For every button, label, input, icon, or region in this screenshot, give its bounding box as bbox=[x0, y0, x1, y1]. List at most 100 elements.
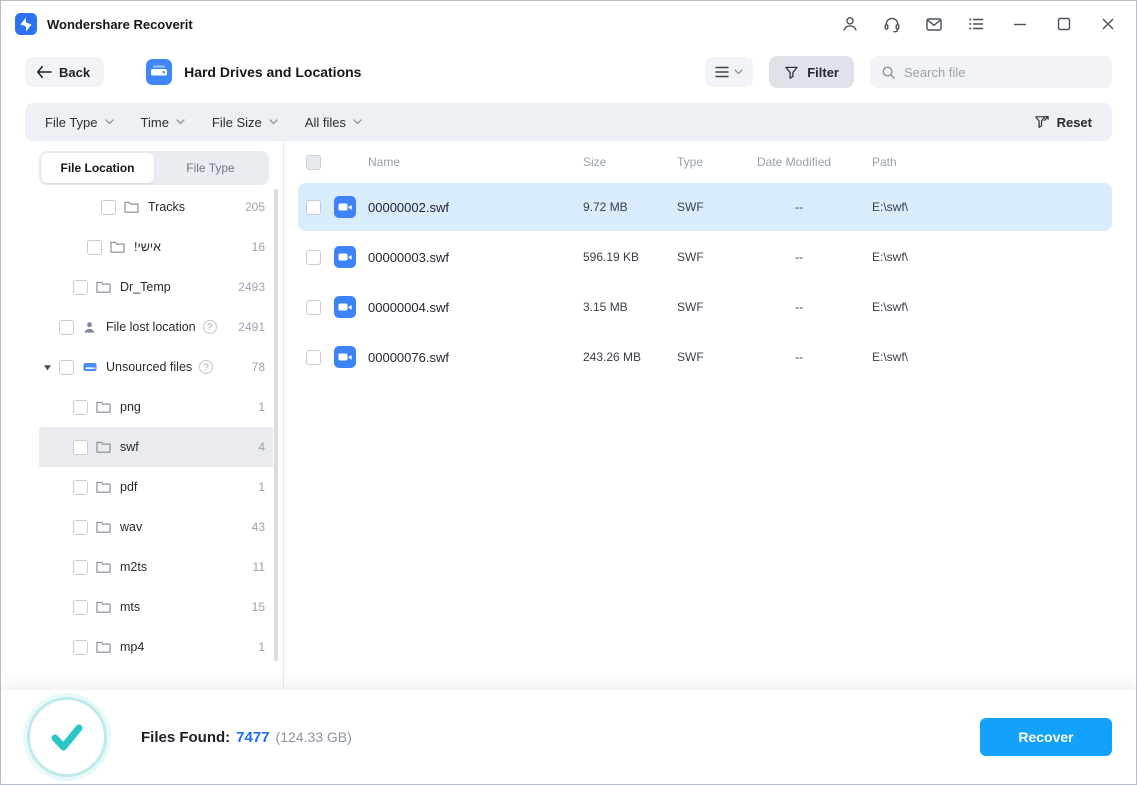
search-input[interactable] bbox=[904, 64, 1101, 80]
row-checkbox[interactable] bbox=[306, 349, 321, 365]
filter-file-size-label: File Size bbox=[211, 114, 262, 130]
sidebar-tree-item[interactable]: Unsourced files 78 bbox=[39, 347, 273, 387]
item-count: 2491 bbox=[238, 320, 265, 334]
recoverit-window: Wondershare Recoverit Back Hard Drives a… bbox=[0, 0, 1137, 785]
tree-item-label: mp4 bbox=[120, 640, 145, 654]
sidebar-tree-item[interactable]: swf 4 bbox=[39, 427, 273, 467]
tab-file-type[interactable]: File Type bbox=[154, 153, 267, 183]
item-checkbox[interactable] bbox=[73, 439, 88, 455]
item-count: 205 bbox=[244, 200, 265, 214]
select-all-checkbox[interactable] bbox=[306, 154, 321, 170]
sidebar-tree-item[interactable]: png 1 bbox=[39, 387, 273, 427]
item-checkbox[interactable] bbox=[87, 239, 102, 255]
filter-all-files-label: All files bbox=[304, 114, 346, 130]
task-list-icon[interactable] bbox=[966, 14, 986, 34]
titlebar: Wondershare Recoverit bbox=[1, 1, 1136, 47]
tab-file-location[interactable]: File Location bbox=[41, 153, 154, 183]
column-header-size[interactable]: Size bbox=[583, 155, 677, 169]
sidebar-tree: Tracks 205 !אישי 16 Dr_Temp 2493 File lo… bbox=[25, 187, 283, 667]
file-size: 596.19 KB bbox=[583, 250, 640, 264]
sidebar-tree-item[interactable]: mts 15 bbox=[39, 587, 273, 627]
folder-icon bbox=[95, 280, 112, 294]
filter-time[interactable]: Time bbox=[141, 115, 185, 130]
file-name: 00000004.swf bbox=[368, 299, 449, 315]
expander-icon[interactable] bbox=[43, 363, 59, 372]
item-checkbox[interactable] bbox=[59, 319, 74, 335]
file-date-modified: -- bbox=[795, 300, 803, 314]
filter-label: Filter bbox=[807, 64, 839, 80]
tree-item-label: Tracks bbox=[148, 200, 186, 214]
maximize-button[interactable] bbox=[1054, 14, 1074, 34]
filter-file-size[interactable]: File Size bbox=[212, 115, 278, 130]
column-header-type[interactable]: Type bbox=[677, 155, 757, 169]
video-file-icon bbox=[334, 346, 368, 368]
item-checkbox[interactable] bbox=[73, 559, 88, 575]
folder-icon bbox=[95, 480, 112, 494]
item-checkbox[interactable] bbox=[73, 519, 88, 535]
recover-button[interactable]: Recover bbox=[980, 718, 1112, 756]
item-checkbox[interactable] bbox=[73, 479, 88, 495]
row-checkbox[interactable] bbox=[306, 199, 321, 215]
back-arrow-icon bbox=[36, 65, 52, 79]
filter-file-type[interactable]: File Type bbox=[45, 115, 114, 130]
drive-icon bbox=[81, 359, 98, 375]
help-icon[interactable] bbox=[199, 360, 214, 374]
footer-bar: Files Found: 7477 (124.33 GB) Recover bbox=[1, 689, 1136, 784]
sidebar-tree-item[interactable]: Tracks 205 bbox=[39, 187, 273, 227]
column-header-name[interactable]: Name bbox=[368, 155, 583, 169]
folder-icon bbox=[95, 640, 112, 654]
file-row[interactable]: 00000076.swf 243.26 MB SWF -- E:\swf\ bbox=[298, 333, 1112, 381]
inbox-mail-icon[interactable] bbox=[924, 14, 944, 34]
file-type: SWF bbox=[677, 300, 704, 314]
filter-button[interactable]: Filter bbox=[769, 56, 854, 88]
video-file-icon bbox=[334, 246, 368, 268]
sidebar-tree-item[interactable]: m2ts 11 bbox=[39, 547, 273, 587]
minimize-button[interactable] bbox=[1010, 14, 1030, 34]
file-path: E:\swf\ bbox=[872, 300, 909, 314]
sidebar-tree-item[interactable]: File lost location 2491 bbox=[39, 307, 273, 347]
file-type: SWF bbox=[677, 200, 704, 214]
item-checkbox[interactable] bbox=[59, 359, 74, 375]
folder-icon bbox=[95, 400, 112, 414]
item-checkbox[interactable] bbox=[73, 599, 88, 615]
item-checkbox[interactable] bbox=[73, 279, 88, 295]
item-checkbox[interactable] bbox=[101, 199, 116, 215]
row-checkbox[interactable] bbox=[306, 249, 321, 265]
toolbar: Back Hard Drives and Locations Filter bbox=[1, 47, 1136, 97]
item-checkbox[interactable] bbox=[73, 399, 88, 415]
file-path: E:\swf\ bbox=[872, 350, 909, 364]
chevron-down-icon bbox=[176, 119, 185, 125]
file-path: E:\swf\ bbox=[872, 250, 909, 264]
help-icon[interactable] bbox=[202, 320, 217, 334]
account-icon[interactable] bbox=[840, 14, 860, 34]
sidebar-tree-item[interactable]: mp4 1 bbox=[39, 627, 273, 667]
sidebar-tree-item[interactable]: pdf 1 bbox=[39, 467, 273, 507]
search-box[interactable] bbox=[870, 56, 1112, 88]
file-date-modified: -- bbox=[795, 350, 803, 364]
row-checkbox[interactable] bbox=[306, 299, 321, 315]
file-row[interactable]: 00000004.swf 3.15 MB SWF -- E:\swf\ bbox=[298, 283, 1112, 331]
file-row[interactable]: 00000003.swf 596.19 KB SWF -- E:\swf\ bbox=[298, 233, 1112, 281]
close-button[interactable] bbox=[1098, 14, 1118, 34]
sidebar-tree-item[interactable]: wav 43 bbox=[39, 507, 273, 547]
file-row[interactable]: 00000002.swf 9.72 MB SWF -- E:\swf\ bbox=[298, 183, 1112, 231]
back-button[interactable]: Back bbox=[25, 57, 105, 87]
sidebar-tabs: File Location File Type bbox=[39, 151, 269, 185]
support-headset-icon[interactable] bbox=[882, 14, 902, 34]
file-rows: 00000002.swf 9.72 MB SWF -- E:\swf\ 0000… bbox=[284, 183, 1136, 383]
file-size: 243.26 MB bbox=[583, 350, 642, 364]
item-count: 43 bbox=[251, 520, 265, 534]
filter-all-files[interactable]: All files bbox=[305, 115, 362, 130]
column-header-date-modified[interactable]: Date Modified bbox=[757, 155, 872, 169]
filter-bar: File Type Time File Size All files Reset bbox=[25, 103, 1112, 141]
item-checkbox[interactable] bbox=[73, 639, 88, 655]
item-count: 1 bbox=[258, 640, 265, 654]
reset-filters-button[interactable]: Reset bbox=[1034, 114, 1092, 130]
sidebar-tree-item[interactable]: !אישי 16 bbox=[39, 227, 273, 267]
sidebar-scrollbar[interactable] bbox=[274, 189, 278, 661]
tree-item-label: Unsourced files bbox=[106, 360, 193, 374]
sidebar-tree-item[interactable]: Dr_Temp 2493 bbox=[39, 267, 273, 307]
view-options-button[interactable] bbox=[705, 57, 754, 87]
column-header-path[interactable]: Path bbox=[872, 155, 1112, 169]
tree-item-label: mts bbox=[120, 600, 141, 614]
